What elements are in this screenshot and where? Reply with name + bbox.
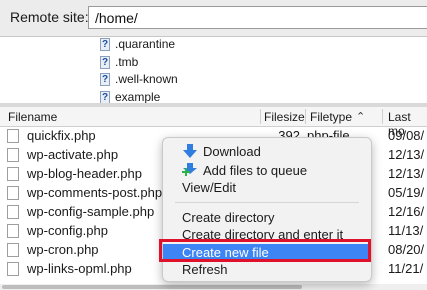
file-icon [7, 243, 19, 257]
file-name: wp-activate.php [27, 147, 119, 162]
unknown-folder-icon: ? [100, 90, 110, 103]
menu-item-label: Download [203, 144, 261, 159]
file-name: wp-links-opml.php [27, 261, 132, 276]
column-divider[interactable] [382, 109, 383, 124]
tree-item-well-known[interactable]: ? .well-known [100, 70, 178, 88]
remote-directory-tree[interactable]: ? .quarantine ? .tmb ? .well-known ? exa… [0, 37, 427, 103]
menu-item-view-edit[interactable]: View/Edit [163, 179, 371, 196]
download-arrow-icon [183, 144, 197, 158]
menu-item-create-directory[interactable]: Create directory [163, 209, 371, 226]
tree-item-label: example [115, 90, 161, 103]
file-icon [7, 205, 19, 219]
file-date: 09/08/ [388, 128, 425, 143]
tree-item-tmb[interactable]: ? .tmb [100, 53, 138, 71]
annotation-highlight-box [159, 239, 371, 262]
file-name: wp-blog-header.php [27, 166, 142, 181]
column-filesize[interactable]: Filesize [264, 110, 305, 124]
horizontal-scrollbar[interactable] [0, 284, 427, 290]
file-icon [7, 186, 19, 200]
unknown-folder-icon: ? [100, 72, 110, 86]
menu-item-refresh[interactable]: Refresh [163, 261, 371, 278]
file-icon [7, 262, 19, 276]
file-date: 12/13/ [388, 147, 425, 162]
file-name: quickfix.php [27, 128, 96, 143]
remote-site-label: Remote site: [10, 9, 89, 25]
column-divider[interactable] [260, 109, 261, 124]
file-icon [7, 148, 19, 162]
file-date: 05/19/ [388, 185, 425, 200]
column-divider[interactable] [305, 109, 306, 124]
file-date: 08/20/ [388, 242, 425, 257]
tree-item-label: .quarantine [115, 37, 176, 51]
file-icon [7, 224, 19, 238]
menu-item-label: View/Edit [182, 180, 236, 195]
file-name: wp-config-sample.php [27, 204, 155, 219]
menu-item-label: Add files to queue [203, 163, 308, 178]
sort-ascending-icon: ⌃ [356, 111, 366, 123]
tree-item-quarantine[interactable]: ? .quarantine [100, 37, 175, 53]
file-name: wp-comments-post.php [27, 185, 163, 200]
file-date: 12/13/ [388, 166, 425, 181]
menu-item-download[interactable]: Download [163, 143, 371, 160]
file-list-header: Filename Filesize Filetype ⌃ Last mo [0, 107, 427, 138]
add-to-queue-icon [182, 163, 197, 176]
file-date: 11/13/ [388, 223, 424, 238]
column-filetype[interactable]: Filetype [310, 110, 352, 124]
menu-item-label: Refresh [182, 262, 228, 277]
file-date: 12/16/ [388, 204, 425, 219]
unknown-folder-icon: ? [100, 37, 110, 51]
tree-item-label: .well-known [115, 72, 178, 86]
file-name: wp-cron.php [27, 242, 99, 257]
unknown-folder-icon: ? [100, 55, 110, 69]
tree-item-example[interactable]: ? example [100, 88, 160, 103]
column-filename[interactable]: Filename [8, 110, 57, 124]
file-name: wp-config.php [27, 223, 108, 238]
file-date: 11/21/ [388, 261, 424, 276]
menu-item-label: Create directory [182, 210, 275, 225]
remote-site-input[interactable]: /home/ [88, 6, 427, 29]
scrollbar-thumb[interactable] [2, 285, 302, 289]
menu-separator [175, 202, 359, 203]
file-icon [7, 167, 19, 181]
tree-item-label: .tmb [115, 55, 139, 69]
remote-site-bar: Remote site: /home/ [0, 0, 427, 37]
file-icon [7, 129, 19, 143]
menu-item-add-to-queue[interactable]: Add files to queue [163, 162, 371, 179]
